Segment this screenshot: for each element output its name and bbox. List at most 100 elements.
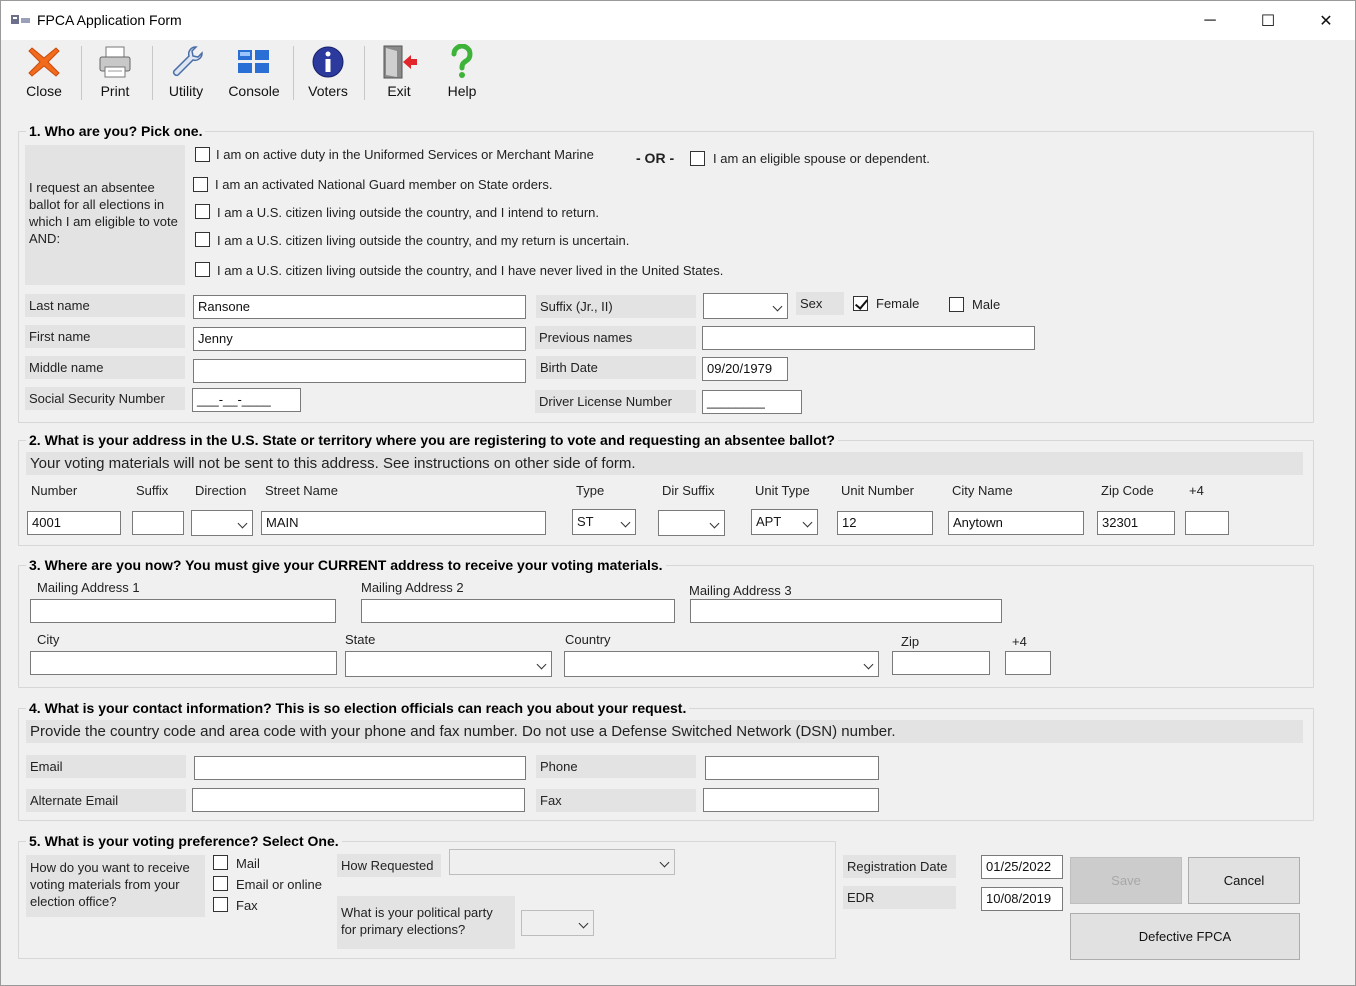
type-select[interactable]: ST [572, 509, 636, 535]
active-duty-checkbox[interactable] [195, 147, 210, 162]
cancel-button[interactable]: Cancel [1188, 857, 1300, 904]
citizen-intend-return-label: I am a U.S. citizen living outside the c… [217, 205, 600, 220]
phone-input[interactable] [705, 756, 879, 780]
registration-date-input[interactable]: 01/25/2022 [981, 855, 1063, 879]
last-name-input[interactable]: Ransone [193, 295, 526, 319]
last-name-label: Last name [25, 294, 185, 317]
dir-suffix-label: Dir Suffix [662, 483, 715, 498]
defective-fpca-button[interactable]: Defective FPCA [1070, 913, 1300, 960]
toolbar-print-label: Print [100, 83, 130, 99]
toolbar-console-button[interactable]: Console [223, 40, 285, 102]
national-guard-label: I am an activated National Guard member … [215, 177, 553, 192]
close-window-button[interactable]: ✕ [1297, 1, 1355, 41]
ssn-input[interactable]: ___-__-____ [192, 388, 301, 412]
toolbar-print-button[interactable]: Print [91, 40, 139, 102]
male-checkbox[interactable] [949, 297, 964, 312]
section4-title: 4. What is your contact information? Thi… [26, 700, 690, 716]
how-requested-select[interactable] [449, 849, 675, 875]
toolbar-help-button[interactable]: Help [439, 40, 485, 102]
mailing-address-1-input[interactable] [30, 599, 336, 623]
toolbar-utility-button[interactable]: Utility [161, 40, 211, 102]
current-zip-input[interactable] [892, 651, 990, 675]
citizen-return-uncertain-checkbox[interactable] [195, 232, 210, 247]
minimize-icon: ─ [1204, 12, 1216, 29]
toolbar-utility-label: Utility [168, 83, 204, 99]
unit-type-label: Unit Type [755, 483, 810, 498]
section2-title: 2. What is your address in the U.S. Stat… [26, 432, 838, 448]
fax-checkbox[interactable] [213, 897, 228, 912]
toolbar-exit-button[interactable]: Exit [375, 40, 423, 102]
printer-icon [99, 46, 131, 78]
state-select[interactable] [345, 651, 552, 677]
dir-suffix-select[interactable] [658, 510, 725, 536]
female-label: Female [876, 296, 920, 311]
driver-license-input[interactable]: ________ [702, 390, 802, 414]
active-duty-label: I am on active duty in the Uniformed Ser… [216, 147, 594, 162]
sex-label: Sex [796, 292, 844, 315]
toolbar-voters-button[interactable]: Voters [303, 40, 353, 102]
mailing-address-3-input[interactable] [690, 599, 1002, 623]
fax-input[interactable] [703, 788, 879, 812]
middle-name-label: Middle name [25, 356, 185, 379]
party-select[interactable] [521, 910, 594, 936]
current-plus4-input[interactable] [1005, 651, 1051, 675]
alternate-email-input[interactable] [192, 788, 525, 812]
street-name-input[interactable]: MAIN [261, 511, 546, 535]
female-checkbox[interactable] [853, 296, 868, 311]
chevron-down-icon [709, 518, 720, 529]
addr-suffix-input[interactable] [132, 511, 184, 535]
title-bar: FPCA Application Form ─ ☐ ✕ [0, 0, 1356, 40]
mailing-address-2-label: Mailing Address 2 [361, 580, 464, 595]
unit-type-value: APT [756, 514, 782, 529]
birth-date-label: Birth Date [536, 356, 696, 379]
number-label: Number [31, 483, 78, 498]
section5-title: 5. What is your voting preference? Selec… [26, 833, 342, 849]
alternate-email-label: Alternate Email [26, 789, 186, 812]
wrench-icon [172, 46, 203, 77]
maximize-button[interactable]: ☐ [1239, 1, 1297, 41]
email-input[interactable] [194, 756, 526, 780]
edr-input[interactable]: 10/08/2019 [981, 887, 1063, 911]
citizen-return-uncertain-label: I am a U.S. citizen living outside the c… [217, 233, 630, 248]
registration-date-label: Registration Date [843, 855, 956, 878]
toolbar-help-label: Help [447, 83, 477, 99]
citizen-intend-return-checkbox[interactable] [195, 204, 210, 219]
chevron-down-icon [659, 857, 670, 868]
national-guard-checkbox[interactable] [193, 177, 208, 192]
first-name-input[interactable]: Jenny [193, 327, 526, 351]
mail-checkbox[interactable] [213, 855, 228, 870]
birth-date-input[interactable]: 09/20/1979 [702, 357, 788, 381]
spouse-dependent-label: I am an eligible spouse or dependent. [713, 151, 930, 166]
current-city-input[interactable] [30, 651, 337, 675]
app-icon [11, 14, 31, 26]
type-label: Type [576, 483, 605, 498]
toolbar-separator [152, 46, 153, 100]
email-online-checkbox[interactable] [213, 876, 228, 891]
direction-select[interactable] [191, 510, 253, 536]
spouse-dependent-checkbox[interactable] [690, 151, 705, 166]
citizen-never-lived-checkbox[interactable] [195, 262, 210, 277]
middle-name-input[interactable] [193, 359, 526, 383]
fax-option-label: Fax [236, 898, 258, 913]
country-select[interactable] [564, 651, 879, 677]
toolbar-separator [293, 46, 294, 100]
mailing-address-2-input[interactable] [361, 599, 675, 623]
unit-type-select[interactable]: APT [751, 509, 818, 535]
suffix-select[interactable] [703, 293, 788, 319]
console-icon [238, 50, 269, 73]
plus4-input[interactable] [1185, 511, 1229, 535]
or-text: - OR - [636, 150, 675, 166]
zip-code-input[interactable]: 32301 [1097, 511, 1175, 535]
save-button[interactable]: Save [1070, 857, 1182, 904]
previous-names-input[interactable] [702, 326, 1035, 350]
minimize-button[interactable]: ─ [1181, 1, 1239, 41]
close-icon: ✕ [1319, 13, 1333, 30]
toolbar-close-button[interactable]: Close [19, 40, 69, 102]
chevron-down-icon [620, 517, 631, 528]
unit-number-input[interactable]: 12 [837, 511, 933, 535]
number-input[interactable]: 4001 [27, 511, 121, 535]
city-name-input[interactable]: Anytown [948, 511, 1084, 535]
chevron-down-icon [802, 517, 813, 528]
close-x-icon [28, 47, 60, 77]
email-label: Email [26, 755, 186, 778]
